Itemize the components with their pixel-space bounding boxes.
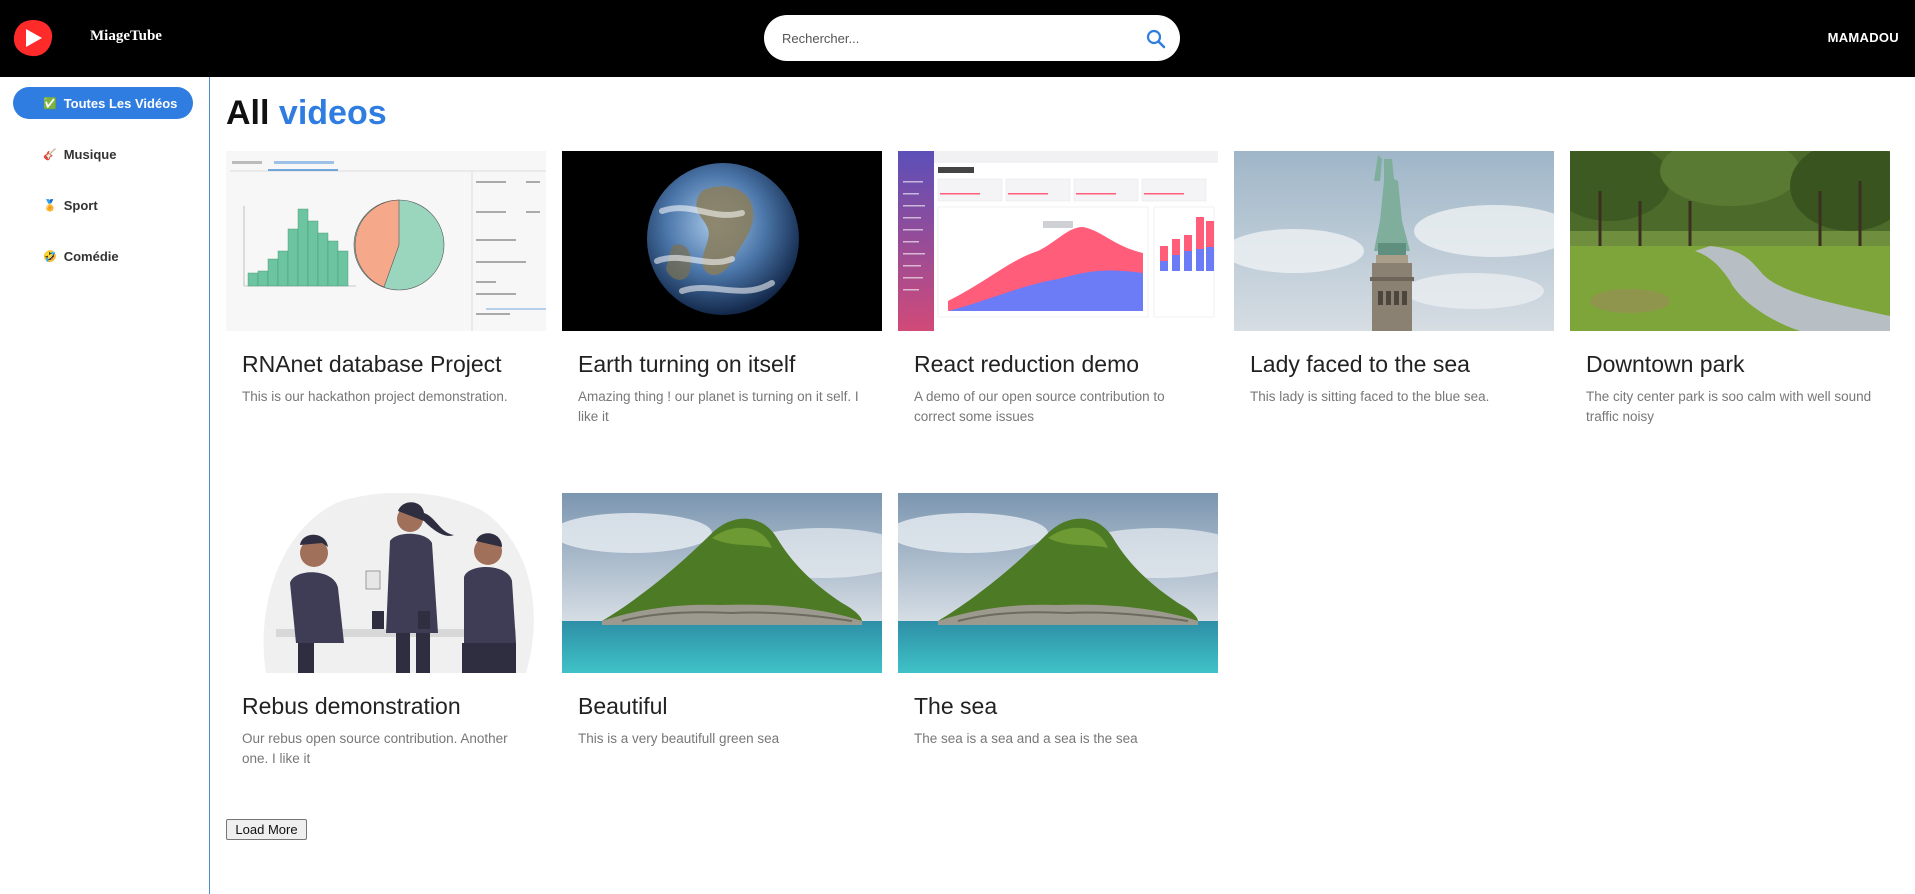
page-title: All videos bbox=[226, 94, 387, 133]
video-thumbnail[interactable] bbox=[1570, 151, 1890, 331]
video-title[interactable]: Lady faced to the sea bbox=[1250, 351, 1470, 378]
sidebar-item-label: Sport bbox=[63, 197, 98, 213]
sidebar-item-sport[interactable]: 🏅 Sport bbox=[13, 189, 193, 221]
video-thumbnail[interactable] bbox=[898, 151, 1218, 331]
sidebar-item-label: Toutes Les Vidéos bbox=[63, 95, 178, 111]
video-thumbnail[interactable] bbox=[226, 151, 546, 331]
video-title[interactable]: Earth turning on itself bbox=[578, 351, 795, 378]
brand-name[interactable]: MiageTube bbox=[90, 28, 162, 45]
sidebar-item-all-videos[interactable]: ✅ Toutes Les Vidéos bbox=[13, 87, 193, 119]
video-thumbnail[interactable] bbox=[562, 493, 882, 673]
video-description: This lady is sitting faced to the blue s… bbox=[1250, 389, 1490, 404]
video-description: This is our hackathon project demonstrat… bbox=[242, 389, 508, 404]
search-input[interactable] bbox=[782, 27, 1122, 49]
top-bar: MiageTube MAMADOU bbox=[0, 0, 1915, 77]
sidebar-item-music[interactable]: 🎸 Musique bbox=[13, 138, 193, 170]
medal-icon: 🏅 bbox=[43, 199, 57, 212]
video-description: Amazing thing ! our planet is turning on… bbox=[578, 389, 859, 424]
video-title[interactable]: Beautiful bbox=[578, 693, 668, 720]
video-thumbnail[interactable] bbox=[1234, 151, 1554, 331]
video-description: A demo of our open source contribution t… bbox=[914, 389, 1165, 424]
user-name[interactable]: MAMADOU bbox=[1828, 30, 1899, 45]
page-title-plain: All bbox=[226, 94, 270, 132]
sidebar-item-label: Comédie bbox=[63, 248, 119, 264]
video-thumbnail[interactable] bbox=[898, 493, 1218, 673]
sidebar: ✅ Toutes Les Vidéos 🎸 Musique 🏅 Sport 🤣 … bbox=[0, 77, 210, 894]
search-icon[interactable] bbox=[1145, 28, 1167, 50]
video-thumbnail[interactable] bbox=[226, 493, 546, 673]
video-thumbnail[interactable] bbox=[562, 151, 882, 331]
sidebar-item-comedy[interactable]: 🤣 Comédie bbox=[13, 240, 193, 272]
video-title[interactable]: Rebus demonstration bbox=[242, 693, 461, 720]
video-title[interactable]: The sea bbox=[914, 693, 997, 720]
guitar-icon: 🎸 bbox=[43, 148, 57, 161]
video-description: The city center park is soo calm with we… bbox=[1586, 389, 1872, 424]
video-description: Our rebus open source contribution. Anot… bbox=[242, 731, 508, 766]
video-description: The sea is a sea and a sea is the sea bbox=[914, 731, 1138, 746]
load-more-button[interactable]: Load More bbox=[226, 819, 307, 840]
video-title[interactable]: Downtown park bbox=[1586, 351, 1745, 378]
laughing-face-icon: 🤣 bbox=[43, 250, 57, 263]
page-title-accent: videos bbox=[278, 94, 387, 132]
search-bar bbox=[764, 15, 1180, 61]
video-title[interactable]: React reduction demo bbox=[914, 351, 1139, 378]
checkmark-icon: ✅ bbox=[43, 97, 57, 110]
video-description: This is a very beautifull green sea bbox=[578, 731, 780, 746]
sidebar-item-label: Musique bbox=[63, 146, 117, 162]
main-content: All videos RNAnet database Project This … bbox=[226, 77, 1906, 894]
youtube-logo-icon[interactable] bbox=[12, 18, 54, 58]
video-title[interactable]: RNAnet database Project bbox=[242, 351, 502, 378]
